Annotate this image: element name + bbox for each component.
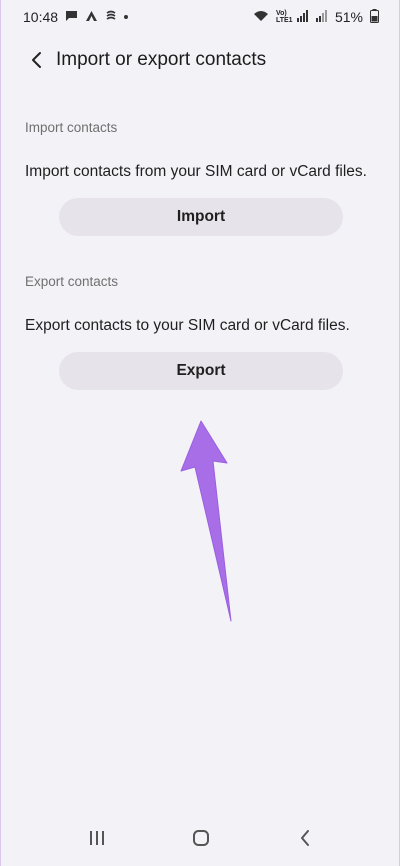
navigation-bar [1,810,400,866]
status-bar: 10:48 Vo) LTE1 51% [1,0,400,34]
import-description: Import contacts from your SIM card or vC… [25,163,367,180]
export-description: Export contacts to your SIM card or vCar… [25,317,350,334]
system-back-button[interactable] [275,816,335,860]
signal-icon [296,9,309,25]
export-button[interactable]: Export [59,352,343,390]
arrow-app-icon [85,9,98,25]
sync-icon [105,9,117,25]
home-button[interactable] [171,816,231,860]
notification-dot [124,15,129,19]
import-section-label: Import contacts [25,120,118,135]
app-screen: 10:48 Vo) LTE1 51% Import or export cont… [0,0,400,866]
status-bar-left: 10:48 [23,9,129,25]
chevron-left-icon [32,52,41,68]
battery-icon [370,8,379,26]
back-button[interactable] [15,38,59,82]
clock: 10:48 [23,9,59,25]
status-bar-right: Vo) LTE1 51% [253,8,379,26]
wifi-icon [253,9,269,25]
home-icon [193,830,209,846]
import-button[interactable]: Import [59,198,343,236]
lte-label: Vo) LTE1 [275,10,293,24]
message-icon [65,9,78,25]
export-section-label: Export contacts [25,274,119,289]
annotation-arrow [180,420,232,622]
recent-apps-button[interactable] [67,816,127,860]
recent-apps-icon [90,831,104,845]
back-icon [301,830,309,846]
page-title: Import or export contacts [56,49,267,70]
app-header: Import or export contacts [1,38,400,82]
battery-percentage: 51% [334,9,363,25]
signal-icon-2 [315,9,328,25]
